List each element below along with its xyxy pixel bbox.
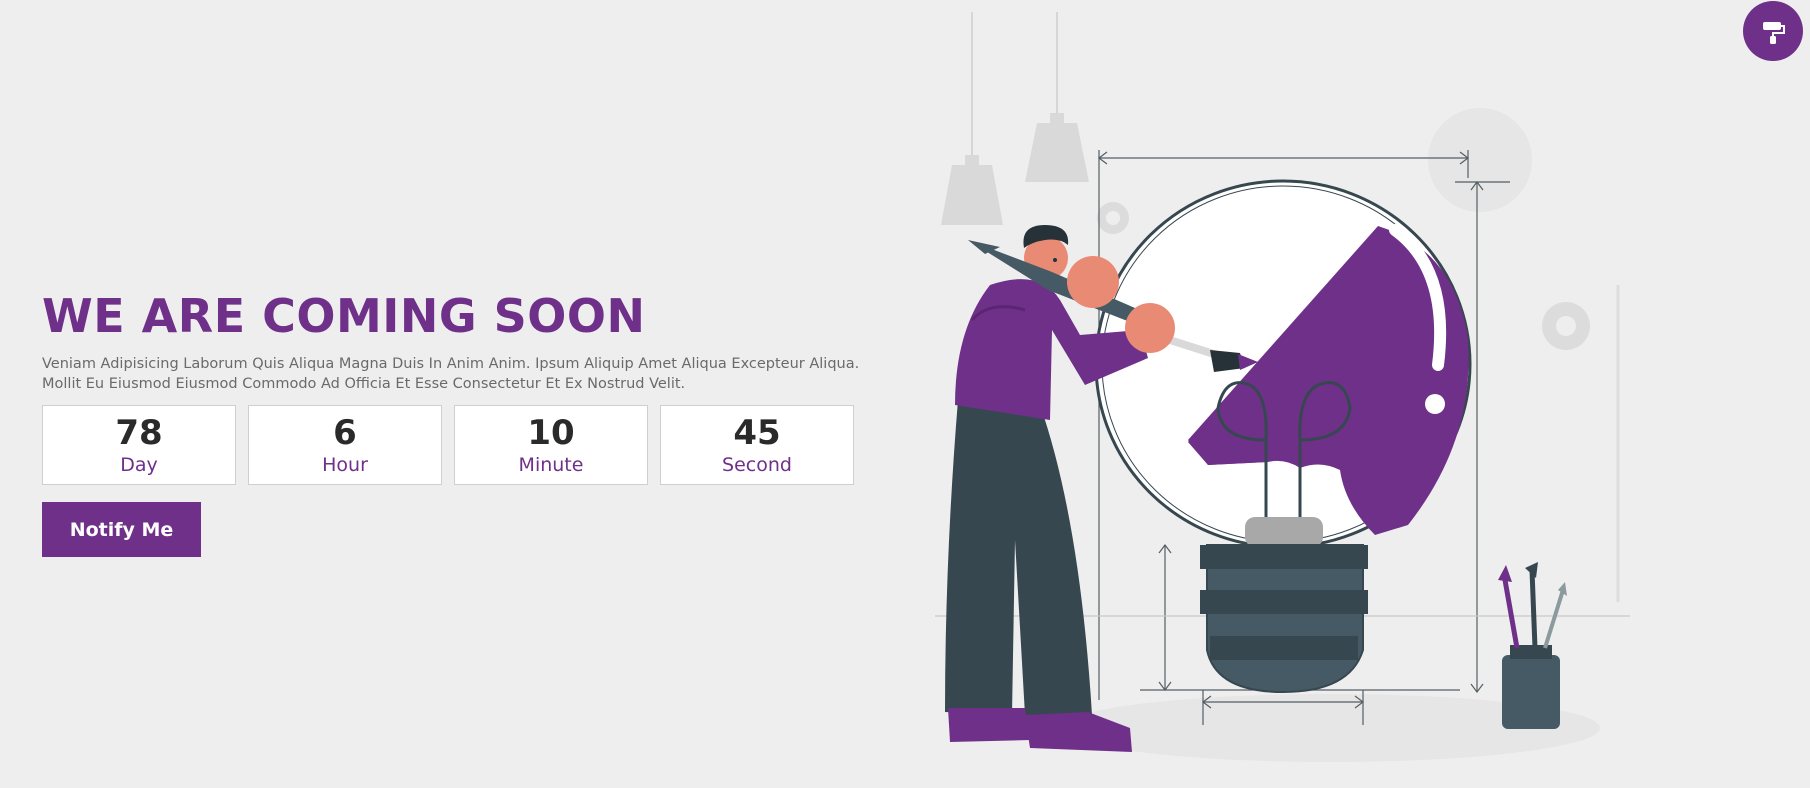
page-title: WE ARE COMING SOON	[42, 289, 646, 343]
countdown-hours: 6 Hour	[248, 405, 442, 485]
painter-lightbulb-illustration	[935, 12, 1630, 762]
hero-section: WE ARE COMING SOON Veniam Adipisicing La…	[42, 288, 862, 557]
countdown-label: Hour	[322, 454, 368, 476]
countdown-value: 6	[333, 413, 357, 453]
notify-me-button[interactable]: Notify Me	[42, 502, 201, 557]
paint-roller-icon	[1763, 22, 1785, 44]
countdown-minutes: 10 Minute	[454, 405, 648, 485]
countdown-value: 78	[115, 413, 163, 453]
countdown-days: 78 Day	[42, 405, 236, 485]
coming-soon-page: WE ARE COMING SOON Veniam Adipisicing La…	[0, 0, 1810, 788]
countdown-label: Minute	[518, 454, 584, 476]
countdown-label: Second	[722, 454, 792, 476]
countdown-timer: 78 Day 6 Hour 10 Minute 45 Second	[42, 405, 862, 485]
theme-switcher-button[interactable]	[1743, 1, 1803, 61]
countdown-label: Day	[120, 454, 158, 476]
countdown-value: 45	[733, 413, 781, 453]
countdown-seconds: 45 Second	[660, 405, 854, 485]
hero-description: Veniam Adipisicing Laborum Quis Aliqua M…	[42, 356, 860, 392]
countdown-value: 10	[527, 413, 575, 453]
